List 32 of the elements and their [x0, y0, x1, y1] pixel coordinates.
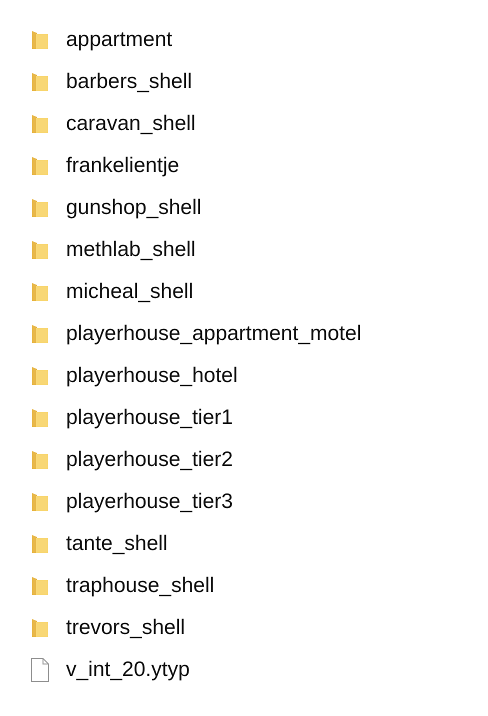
folder-icon [31, 575, 49, 597]
item-name[interactable]: playerhouse_tier2 [66, 444, 233, 476]
item-name[interactable]: gunshop_shell [66, 192, 202, 224]
folder-icon [31, 365, 49, 387]
folder-icon [31, 155, 49, 177]
folder-icon [31, 29, 49, 51]
document-icon [31, 658, 49, 682]
folder-icon [31, 239, 49, 261]
folder-icon [31, 617, 49, 639]
item-name[interactable]: methlab_shell [66, 234, 196, 266]
item-name[interactable]: barbers_shell [66, 66, 192, 98]
folder-icon [31, 491, 49, 513]
folder-icon [31, 533, 49, 555]
folder-icon [31, 113, 49, 135]
item-name[interactable]: appartment [66, 24, 172, 56]
item-name[interactable]: frankelientje [66, 150, 180, 182]
item-name[interactable]: v_int_20.ytyp [66, 654, 190, 686]
item-name[interactable]: caravan_shell [66, 108, 196, 140]
folder-icon [31, 449, 49, 471]
item-name[interactable]: playerhouse_tier3 [66, 486, 233, 518]
folder-icon [31, 407, 49, 429]
item-name[interactable]: trevors_shell [66, 612, 186, 644]
item-name[interactable]: playerhouse_tier1 [66, 402, 233, 434]
folder-icon [31, 197, 49, 219]
item-name[interactable]: tante_shell [66, 528, 168, 560]
item-name[interactable]: traphouse_shell [66, 570, 214, 602]
item-name[interactable]: playerhouse_appartment_motel [66, 318, 362, 350]
item-name[interactable]: micheal_shell [66, 276, 194, 308]
folder-icon [31, 323, 49, 345]
item-name[interactable]: playerhouse_hotel [66, 360, 238, 392]
folder-icon [31, 281, 49, 303]
folder-icon [31, 71, 49, 93]
